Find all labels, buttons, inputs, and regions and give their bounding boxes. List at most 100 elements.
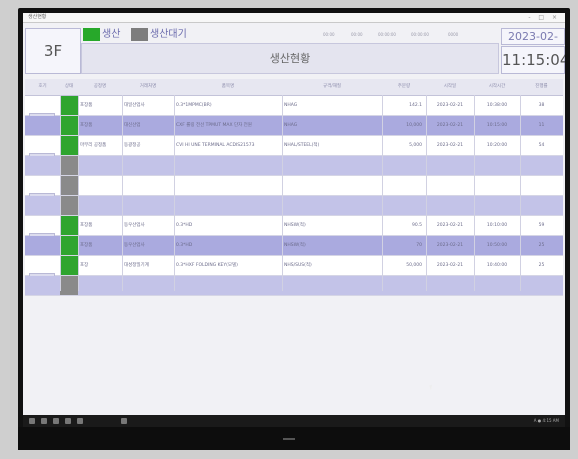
status-indicator [60,216,78,235]
counter-5: 0000 [448,32,459,37]
cell-qty: 10,000 [406,123,422,128]
cell-client: 대일산업사 [124,103,145,108]
window-titlebar: 생산현황 - □ × [23,13,565,23]
cell-spec [284,196,380,215]
cell-progress [522,176,561,195]
col-start-time: 시작시간 [488,84,506,89]
cell-qty: 70 [416,243,422,248]
cell-spec: NHAG [284,123,298,128]
divider [520,95,521,291]
cell-start-time: 10:40:00 [486,263,508,268]
cell-process [80,196,122,215]
cell-spec: NHAG [284,103,298,108]
cell-start-time [476,176,518,195]
page-title-box: 생산현황 [81,43,499,74]
cell-spec [284,276,380,295]
cell-start-date: 2023-02-21 [436,223,464,228]
table-header: 호기 상태 공정명 거래처명 품목명 규격/재질 주문량 시작일 시작시간 진행… [25,79,563,96]
col-floor: 호기 [38,84,47,89]
cell-start-date [428,156,472,175]
pinned-app-icon[interactable] [121,418,127,424]
cell-start-time [476,156,518,175]
cell-process: 포장품 [80,123,93,128]
table-row: 2호기마무리 공정품동광정공CVI HI UNE TERMINAL ACDIS2… [25,136,563,165]
counter-4: 00:00:00 [411,32,429,37]
cell-start-date [428,276,472,295]
col-start-date: 시작일 [443,84,457,89]
cell-item [176,176,280,195]
cell-progress [522,196,561,215]
cell-item [176,196,280,215]
search-icon[interactable] [41,418,47,424]
divider [282,95,283,291]
cell-progress [522,276,561,295]
cell-process [80,276,122,295]
table-row: 1호기포장품대일산업사0.3*1MPMC(BR)NHAG142.12023-02… [25,96,563,125]
counter-2: 00:00 [351,32,363,37]
window-title: 생산현황 [28,14,47,20]
start-icon[interactable] [29,418,35,424]
divider [122,95,123,291]
cell-client: 대신산업 [124,123,141,128]
cell-client: 대성정밀기계 [124,263,149,268]
cell-qty [384,176,422,195]
cell-item: CVI HI UNE TERMINAL ACDIS21573 [176,143,255,148]
cell-start-date: 2023-02-21 [436,123,464,128]
task-view-icon[interactable] [53,418,59,424]
status-indicator [60,276,78,295]
status-indicator [60,196,78,215]
cell-item [176,276,280,295]
legend-waiting-label: 생산대기 [150,29,187,40]
status-indicator [60,236,78,255]
taskbar: A ● 4:15 AM [23,415,565,427]
table-row: 포장품 동우산업사 0.3*HD NHSW(적) 70 2023-02-21 10:50:0… [25,236,563,256]
cell-progress: 11 [538,123,545,128]
cell-item: CXF 롤링 전선 TPMUT MAX 단자 전원 [176,123,252,128]
legend-production-swatch [83,28,100,41]
cell-client: 동광정공 [124,143,141,148]
cell-start-date: 2023-02-21 [436,103,464,108]
cell-qty [384,156,422,175]
cell-progress: 25 [538,263,545,268]
window-controls[interactable]: - □ × [528,13,560,22]
cell-qty: 142.1 [409,103,422,108]
cell-start-time [476,196,518,215]
cell-start-time: 10:15:00 [486,123,508,128]
table-row [25,156,563,176]
cell-client: 동우산업사 [124,223,145,228]
cell-process [80,156,122,175]
counter-3: 00:00:00 [378,32,396,37]
cell-spec: NHSW(적) [284,223,306,228]
cell-client [124,176,174,195]
cell-item: 0.3*HXF FOLDING KEY(모델) [176,263,238,268]
cell-start-date [428,176,472,195]
cell-process: 마무리 공정품 [80,143,107,148]
cell-start-date: 2023-02-21 [436,143,464,148]
divider [474,95,475,291]
cell-qty: 90.5 [411,223,422,228]
cell-start-time: 10:20:00 [486,143,508,148]
cell-item: 0.3*1MPMC(BR) [176,103,212,108]
cell-progress [522,156,561,175]
table-row: 포장품 대신산업 CXF 롤링 전선 TPMUT MAX 단자 전원 NHAG 10,0… [25,116,563,136]
cell-start-date [428,196,472,215]
file-explorer-icon[interactable] [65,418,71,424]
table-row [25,276,563,296]
status-indicator [60,116,78,135]
system-tray[interactable]: A ● 4:15 AM [534,416,559,426]
cell-item: 0.3*HD [176,243,193,248]
floor-box: 3F [25,28,81,74]
status-indicator [60,96,78,115]
cell-item: 0.3*HD [176,223,193,228]
cell-start-time [476,276,518,295]
app-icon[interactable] [77,418,83,424]
divider [78,95,79,291]
floor-label: 3F [43,42,63,60]
col-client: 거래처명 [139,84,157,89]
divider [60,95,61,291]
cell-spec [284,176,380,195]
divider [426,95,427,291]
cell-qty [384,276,422,295]
cell-progress: 54 [538,143,545,148]
col-process: 공정명 [93,84,107,89]
